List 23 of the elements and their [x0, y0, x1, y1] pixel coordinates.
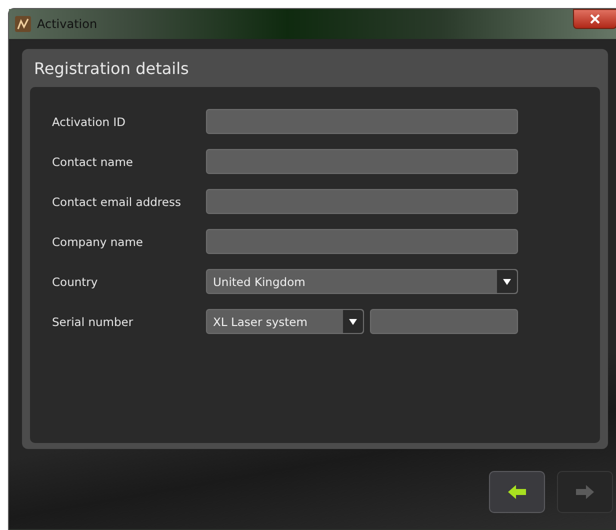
field-label: Serial number: [52, 314, 134, 328]
back-button[interactable]: [489, 471, 545, 513]
input-field[interactable]: [370, 309, 518, 334]
close-icon: [590, 14, 600, 24]
field-label: Activation ID: [52, 114, 126, 128]
input-field[interactable]: [206, 229, 518, 254]
input-field[interactable]: [206, 189, 518, 214]
close-button[interactable]: [573, 9, 616, 29]
field-label: Contact email address: [52, 194, 182, 208]
left-arrow-icon: [506, 483, 528, 501]
field-label: Contact name: [52, 154, 134, 168]
field-label: Country: [52, 274, 99, 288]
caret-icon: [349, 318, 357, 324]
field-label: Company name: [52, 234, 144, 248]
panel-title: Registration details: [33, 58, 190, 80]
input-field[interactable]: [206, 149, 518, 174]
window-title: Activation: [37, 17, 98, 31]
dropdown[interactable]: United Kingdom: [206, 269, 518, 294]
dropdown[interactable]: XL Laser system: [206, 309, 364, 334]
app-icon: [15, 16, 31, 32]
right-arrow-icon: [574, 483, 596, 501]
input-field[interactable]: [206, 109, 518, 134]
caret-icon: [503, 278, 511, 284]
